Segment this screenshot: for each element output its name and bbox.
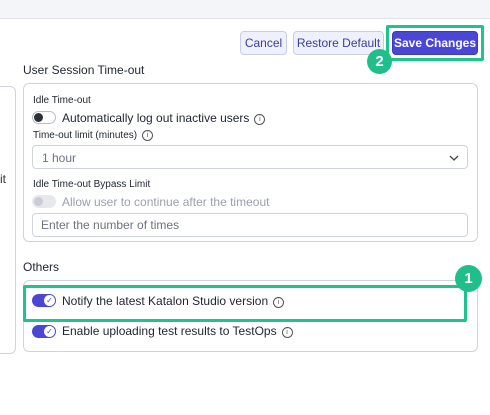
step-badge-1: 1 xyxy=(455,265,482,292)
timeout-limit-select[interactable]: 1 hour xyxy=(32,145,468,169)
chevron-down-icon xyxy=(449,155,459,161)
left-panel xyxy=(0,86,16,354)
cancel-button[interactable]: Cancel xyxy=(240,31,287,55)
limit-label: Time-out limit (minutes) i xyxy=(33,130,154,141)
info-icon[interactable]: i xyxy=(142,130,154,141)
notify-highlight-box xyxy=(23,285,467,322)
allow-continue-toggle[interactable] xyxy=(32,195,56,208)
info-icon[interactable]: i xyxy=(281,327,293,338)
limit-label-text: Time-out limit (minutes) xyxy=(33,130,138,141)
top-bar xyxy=(0,0,490,19)
auto-logout-text: Automatically log out inactive users xyxy=(62,111,250,125)
others-section-title: Others xyxy=(23,260,60,274)
upload-results-toggle[interactable] xyxy=(32,325,56,338)
bypass-limit-label: Idle Time-out Bypass Limit xyxy=(33,179,151,190)
info-icon[interactable]: i xyxy=(254,114,266,125)
upload-results-text: Enable uploading test results to TestOps xyxy=(62,324,277,338)
upload-results-label: Enable uploading test results to TestOps… xyxy=(62,324,293,338)
left-panel-text: it xyxy=(0,172,6,186)
bypass-count-input[interactable] xyxy=(32,213,468,237)
session-section-title: User Session Time-out xyxy=(23,63,145,77)
auto-logout-toggle[interactable] xyxy=(32,111,56,124)
timeout-limit-value: 1 hour xyxy=(42,151,77,165)
allow-continue-label: Allow user to continue after the timeout xyxy=(62,195,270,209)
auto-logout-label: Automatically log out inactive users i xyxy=(62,111,266,125)
idle-timeout-label: Idle Time-out xyxy=(33,95,91,106)
save-highlight-box xyxy=(386,25,484,61)
step-badge-2: 2 xyxy=(367,49,392,74)
